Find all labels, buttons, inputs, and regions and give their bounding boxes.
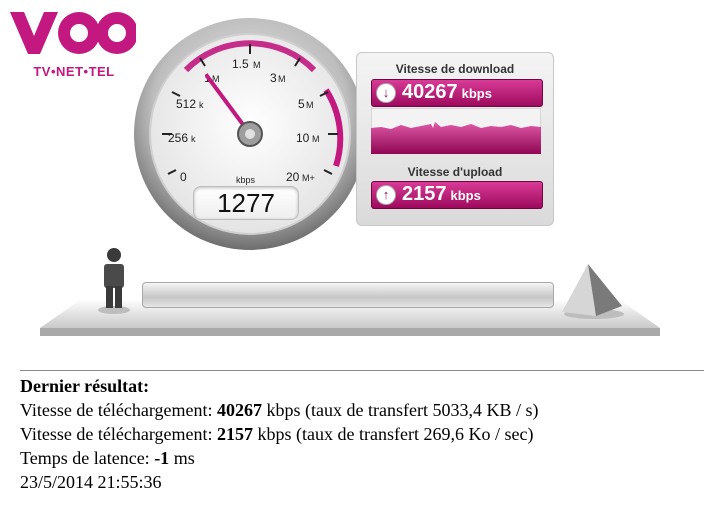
latency-result-unit: ms: [169, 448, 195, 468]
download-speed-value: 40267: [402, 81, 458, 103]
upload-title: Vitesse d'upload: [407, 165, 503, 179]
result-timestamp: 23/5/2014 21:55:36: [20, 472, 162, 492]
latency-pipe: [142, 282, 554, 308]
download-speed-box: ↓ 40267 kbps: [371, 79, 543, 107]
person-icon: [98, 248, 130, 314]
gauge-label-1-5m: 1.5: [232, 57, 249, 71]
download-result-value: 40267: [217, 400, 263, 420]
gauge-label-3m-unit: M: [278, 74, 286, 84]
download-title: Vitesse de download: [395, 62, 515, 76]
latency-result-label: Temps de latence:: [20, 448, 155, 468]
upload-speed-value: 2157: [402, 183, 447, 205]
latency-result-line: Temps de latence: -1 ms: [20, 446, 710, 470]
gauge-label-1-5m-unit: M: [253, 60, 261, 70]
server-pyramid-icon: [562, 264, 624, 319]
download-graph: [371, 108, 541, 154]
gauge-label-256: 256: [168, 131, 188, 145]
gauge-label-512-unit: k: [199, 100, 204, 110]
download-result-detail: kbps (taux de transfert 5033,4 KB / s): [262, 400, 539, 420]
speed-panel: Vitesse de download ↓ 40267 kbps Vitesse …: [356, 52, 554, 226]
latency-result-value: -1: [154, 448, 170, 468]
arrow-down-icon: ↓: [376, 83, 396, 103]
gauge-unit-label: kbps: [236, 175, 256, 185]
gauge-label-20m-unit: M+: [302, 173, 315, 183]
last-result-section: Dernier résultat: Vitesse de téléchargem…: [20, 374, 710, 494]
download-result-line: Vitesse de téléchargement: 40267 kbps (t…: [20, 398, 710, 422]
gauge-label-10m-unit: M: [312, 134, 320, 144]
upload-result-value: 2157: [217, 424, 254, 444]
brand-tagline: TV•NET•TEL: [33, 64, 115, 79]
gauge-label-0: 0: [180, 170, 187, 184]
gauge-label-5m-unit: M: [306, 100, 314, 110]
arrow-up-icon: ↑: [376, 185, 396, 205]
upload-result-label: Vitesse de téléchargement:: [20, 424, 218, 444]
download-speed-display: 40267 kbps: [402, 81, 492, 104]
results-heading: Dernier résultat:: [20, 376, 150, 396]
results-divider: [20, 370, 704, 371]
upload-speed-unit: kbps: [450, 188, 481, 203]
download-result-label: Vitesse de téléchargement:: [20, 400, 218, 420]
upload-speed-box: ↑ 2157 kbps: [371, 181, 543, 209]
gauge-label-10m: 10: [296, 131, 310, 145]
gauge-label-512: 512: [176, 97, 196, 111]
gauge-label-20m: 20: [286, 170, 300, 184]
upload-speed-display: 2157 kbps: [402, 183, 481, 206]
upload-result-line: Vitesse de téléchargement: 2157 kbps (ta…: [20, 422, 710, 446]
gauge-label-256-unit: k: [191, 134, 196, 144]
gauge-label-3m: 3: [270, 71, 277, 85]
download-speed-unit: kbps: [461, 86, 492, 101]
current-speed-readout: 1277: [193, 186, 299, 220]
gauge-label-5m: 5: [298, 97, 305, 111]
upload-result-detail: kbps (taux de transfert 269,6 Ko / sec): [253, 424, 534, 444]
